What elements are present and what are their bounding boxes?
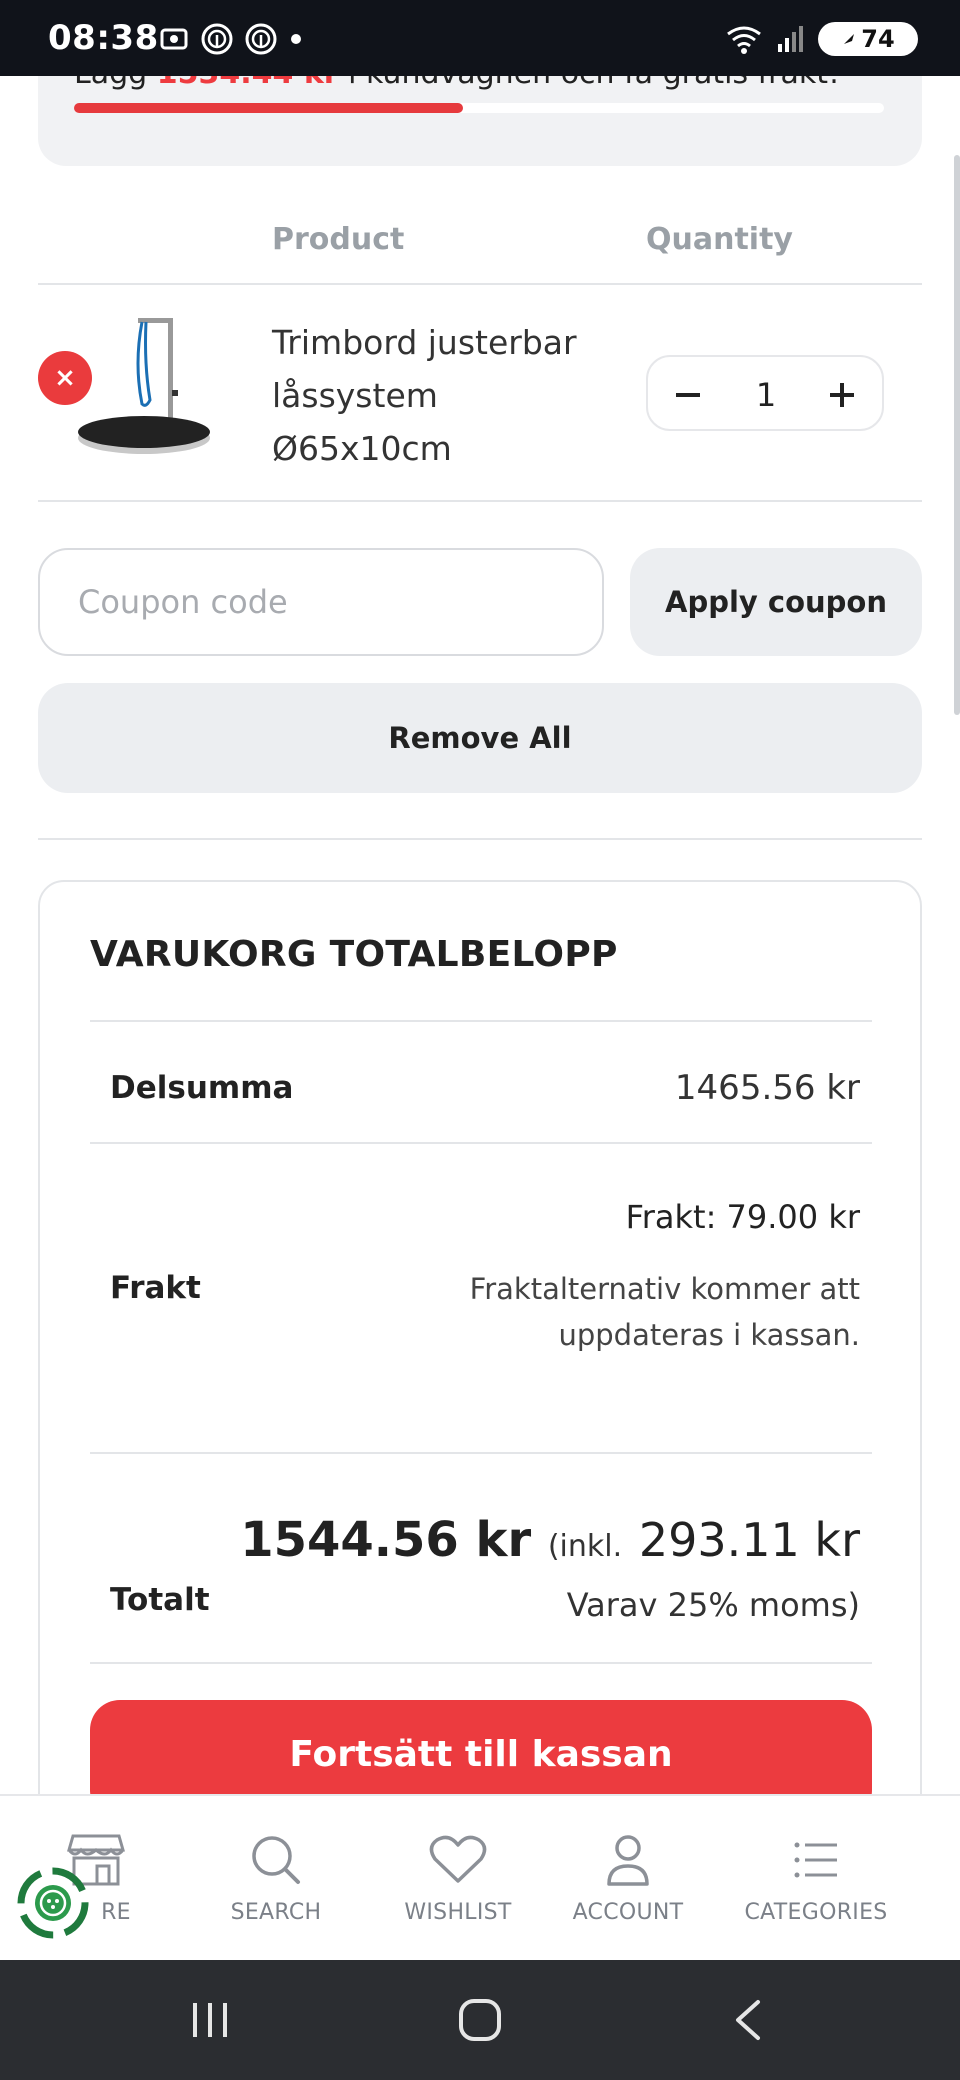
proceed-to-checkout-button[interactable]: Fortsätt till kassan [90,1700,872,1794]
nav-label-categories: CATEGORIES [744,1900,888,1925]
wifi-icon [727,26,761,54]
home-button[interactable] [450,1990,510,2050]
totals-divider [90,1020,872,1022]
dot-icon [291,34,301,44]
remove-all-button[interactable]: Remove All [38,683,922,793]
product-column-header: Product [272,222,405,257]
section-divider [38,838,922,840]
cart-page[interactable]: Lägg 1534.44 kr i kundvagnen och få grat… [0,76,960,1794]
bottom-navigation: RE SEARCH WISHLIST ACCOUNT CATEGORIES [0,1794,960,1960]
product-name[interactable]: Trimbord justerbar låssystem Ø65x10cm [272,316,592,475]
row-divider [38,500,922,502]
total-tax-prefix: (inkl. [547,1529,623,1564]
header-divider [38,283,922,285]
subtotal-value: 1465.56 kr [674,1068,860,1108]
android-navigation-bar [0,1960,960,2080]
decrease-quantity-button[interactable] [648,357,728,433]
nav-label-account: ACCOUNT [572,1900,684,1925]
totals-divider [90,1142,872,1144]
total-vat-note: Varav 25% moms) [566,1586,860,1624]
totals-divider [90,1662,872,1664]
fingerprint-icon [201,23,233,55]
back-button[interactable] [718,1990,778,2050]
fingerprint-icon-2 [245,23,277,55]
search-icon [246,1830,306,1890]
status-time: 08:38 [48,18,159,58]
free-shipping-text: Lägg 1534.44 kr i kundvagnen och få grat… [74,76,840,91]
user-icon [598,1830,658,1890]
nav-item-wishlist[interactable]: WISHLIST [398,1796,518,1962]
list-icon [786,1830,846,1890]
shipping-price: Frakt: 79.00 kr [625,1198,860,1236]
quantity-value[interactable]: 1 [728,357,804,433]
total-tax-amount: 293.11 kr [638,1513,860,1567]
nav-item-search[interactable]: SEARCH [216,1796,336,1962]
scrollbar-thumb[interactable] [954,155,960,715]
total-label: Totalt [110,1582,210,1618]
free-shipping-progress-fill [74,103,463,113]
total-amount-line: 1544.56 kr (inkl. 293.11 kr [240,1512,860,1568]
free-shipping-suffix: i kundvagnen och få gratis frakt! [339,76,840,91]
free-shipping-banner: Lägg 1534.44 kr i kundvagnen och få grat… [38,76,922,166]
cart-totals-title: VARUKORG TOTALBELOPP [90,934,618,975]
free-shipping-progress-track [74,103,884,113]
nav-label-search: SEARCH [230,1900,322,1925]
system-icons: 74 [724,22,918,56]
back-icon [736,2000,760,2040]
nav-label-wishlist: WISHLIST [404,1900,512,1925]
recent-apps-button[interactable] [180,1990,240,2050]
screenshot-icon [160,28,188,50]
nav-item-account[interactable]: ACCOUNT [568,1796,688,1962]
free-shipping-prefix: Lägg [74,76,157,91]
plus-icon [830,383,854,407]
nav-item-categories[interactable]: CATEGORIES [744,1796,888,1962]
battery-indicator: 74 [818,22,918,56]
apply-coupon-button[interactable]: Apply coupon [630,548,922,656]
nav-label-store: RE [101,1900,131,1925]
minus-icon [676,393,700,397]
shipping-label: Frakt [110,1270,201,1306]
recent-apps-icon [193,2003,227,2037]
remove-item-button[interactable]: × [38,351,92,405]
increase-quantity-button[interactable] [802,357,882,433]
quantity-column-header: Quantity [646,222,793,257]
coupon-code-input[interactable] [38,548,604,656]
floating-badge-icon[interactable] [16,1866,90,1940]
battery-saver-icon [844,34,855,44]
heart-icon [428,1830,488,1890]
free-shipping-amount: 1534.44 kr [157,76,339,91]
home-icon [459,1999,501,2041]
cart-totals-box: VARUKORG TOTALBELOPP Delsumma 1465.56 kr… [38,880,922,1794]
totals-divider [90,1452,872,1454]
quantity-stepper[interactable]: 1 [646,355,884,431]
shipping-note: Fraktalternativ kommer att uppdateras i … [469,1272,860,1352]
battery-level: 74 [861,25,895,53]
signal-icon [778,26,803,52]
subtotal-label: Delsumma [110,1070,294,1106]
notification-icons [158,22,304,56]
total-value: 1544.56 kr [240,1512,532,1568]
product-image[interactable] [74,304,214,466]
status-bar: 08:38 74 [0,0,960,76]
